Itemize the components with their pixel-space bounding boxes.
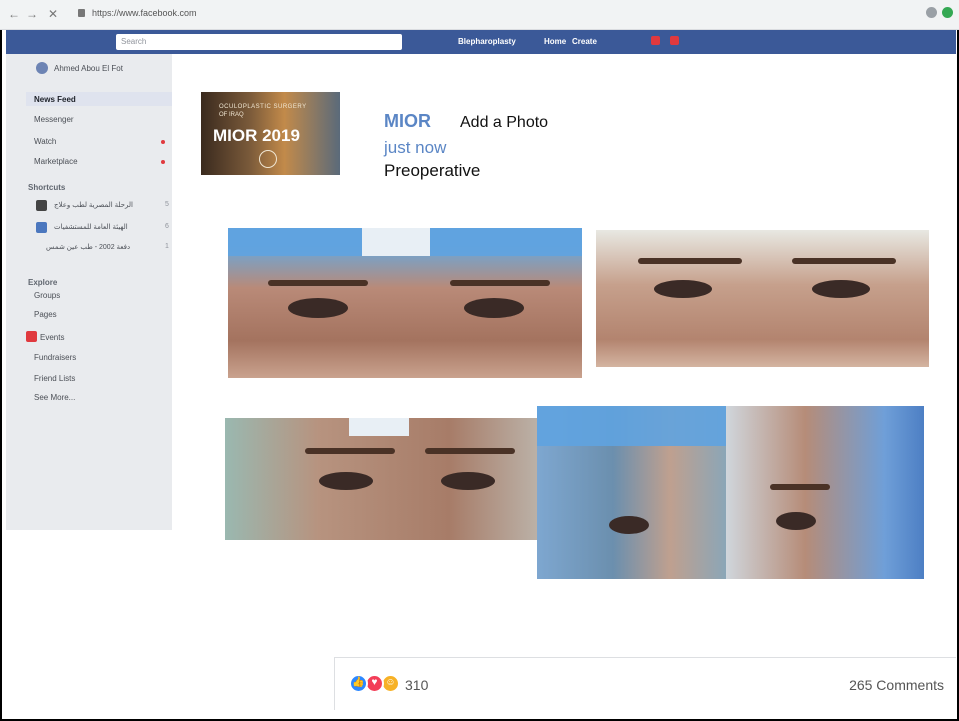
calendar-icon [26,331,37,342]
extension-icon[interactable] [926,7,937,18]
eyebrow [268,280,368,286]
sidebar-item-messenger[interactable]: Messenger [34,115,74,124]
explore-header: Explore [28,278,58,287]
eye [812,280,870,298]
sidebar-item-friend-lists[interactable]: Friend Lists [34,374,75,383]
eyebrow [305,448,395,454]
post-photo-1[interactable] [228,228,582,378]
shortcut-item[interactable]: الهيئة العامة للمستشفيات [54,223,128,231]
sidebar-item-marketplace[interactable]: Marketplace [34,157,78,166]
eye [776,512,816,530]
eyebrow [450,280,550,286]
page-link[interactable]: Blepharoplasty [458,37,516,46]
post-caption: Preoperative [384,161,481,180]
notifications-icon[interactable] [670,36,679,45]
sidebar-item-pages[interactable]: Pages [34,310,57,319]
shortcuts-header: Shortcuts [28,183,66,192]
address-bar[interactable]: https://www.facebook.com [92,8,197,18]
post-reactions-bar: ☺ ♥ 👍 310 265 Comments [334,657,956,710]
page-banner-image[interactable]: OCULOPLASTIC SURGERY OF IRAQ MIOR 2019 [201,92,340,175]
sidebar-item-see-more[interactable]: See More... [34,393,75,402]
close-icon[interactable]: ✕ [48,7,58,21]
friend-requests-icon[interactable] [651,36,660,45]
banner-subtitle-2: OF IRAQ [219,112,244,118]
post-photo-4[interactable] [537,406,727,579]
banner-logo-icon [259,150,277,168]
reaction-count[interactable]: 310 [405,677,428,693]
search-input[interactable]: Search [116,34,402,50]
surgical-cap [537,406,727,446]
eye [441,472,495,490]
back-icon[interactable]: ← [8,7,20,21]
watch-badge [161,140,165,144]
post-author[interactable]: MIOR [384,111,431,132]
eyebrow [792,258,896,264]
create-link[interactable]: Create [572,37,597,46]
post-timestamp[interactable]: just now [384,138,446,158]
sidebar-item-groups[interactable]: Groups [34,291,60,300]
comments-count[interactable]: 265 Comments [849,677,944,693]
shortcut-item[interactable]: الرحلة المصرية لطب وعلاج [54,201,133,209]
shortcut-count: 6 [165,223,169,230]
profile-icon[interactable] [942,7,953,18]
forehead-tape [349,418,409,436]
post-action-text: Add a Photo [460,114,549,131]
sidebar-item-events[interactable]: Events [40,333,64,342]
home-link[interactable]: Home [544,37,566,46]
forehead-tape [362,228,430,256]
sidebar-item-fundraisers[interactable]: Fundraisers [34,353,76,362]
eyebrow [770,484,830,490]
banner-title: MIOR 2019 [213,126,300,145]
left-sidebar: Ahmed Abou El Fot News Feed Messenger Wa… [6,54,172,530]
like-reaction-icon[interactable]: 👍 [349,674,368,693]
shortcut-count: 5 [165,201,169,208]
banner-subtitle: OCULOPLASTIC SURGERY [219,104,307,110]
eye [464,298,524,318]
facebook-header: Search Blepharoplasty Home Create [6,30,956,54]
eye [654,280,712,298]
forward-icon[interactable]: → [26,7,38,21]
group-icon [36,200,47,211]
browser-toolbar: ← → ✕ https://www.facebook.com [0,0,959,30]
sidebar-user-name[interactable]: Ahmed Abou El Fot [54,64,123,73]
lock-icon [78,9,85,17]
marketplace-badge [161,160,165,164]
eye [288,298,348,318]
eye [609,516,649,534]
shortcut-count: 1 [165,243,169,250]
avatar[interactable] [36,62,48,74]
sidebar-item-watch[interactable]: Watch [34,137,56,146]
eyebrow [638,258,742,264]
post-photo-5[interactable] [726,406,924,579]
eye [319,472,373,490]
sidebar-item-news-feed[interactable]: News Feed [34,95,76,104]
post-photo-2[interactable] [596,230,929,367]
eyebrow [425,448,515,454]
shortcut-item[interactable]: دفعة 2002 - طب عين شمس [46,243,130,251]
group-icon [36,222,47,233]
